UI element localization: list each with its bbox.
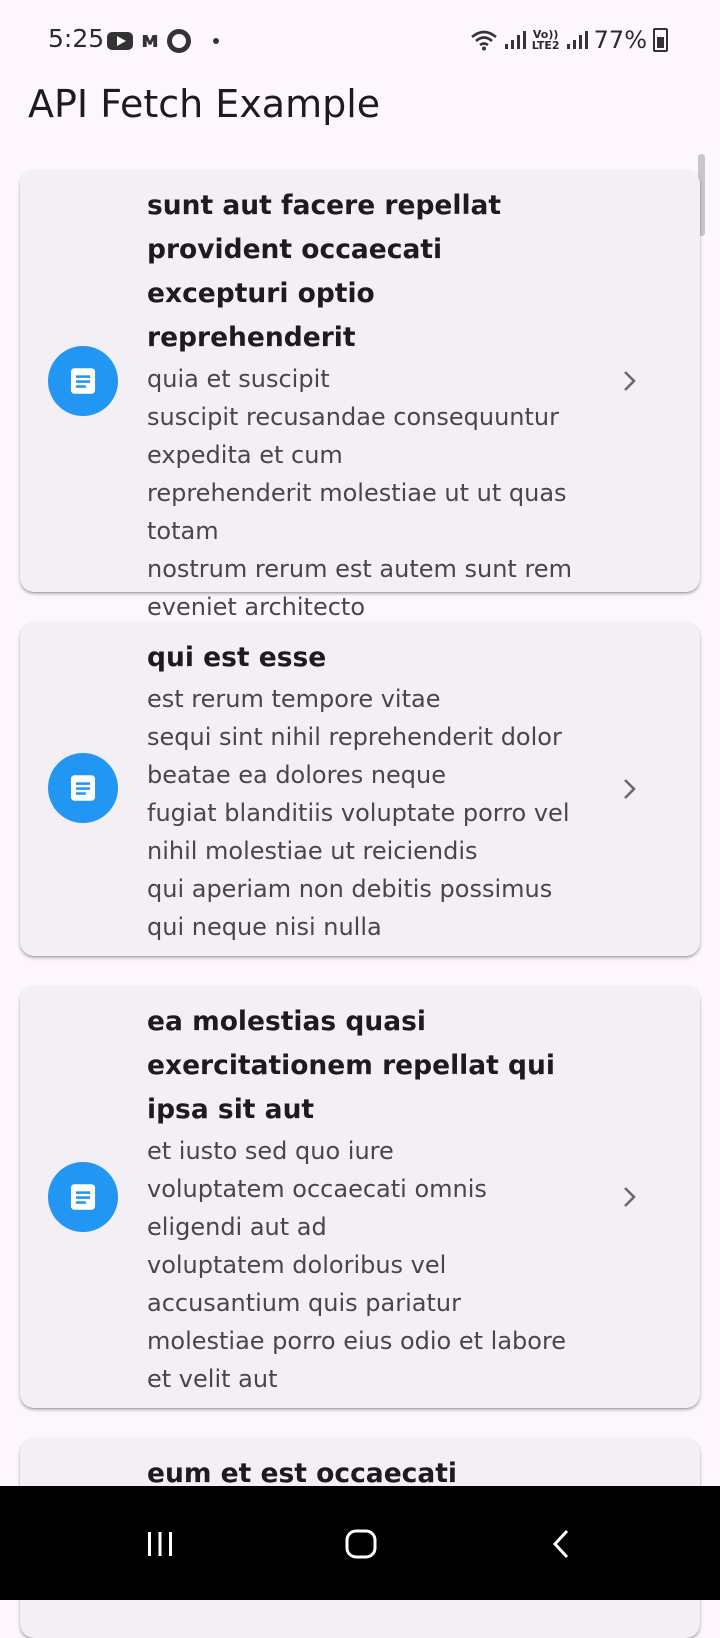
- post-body: quia et suscipit suscipit recusandae con…: [147, 365, 572, 621]
- system-nav-bar: [0, 1486, 720, 1600]
- battery-percent: 77%: [593, 26, 647, 54]
- signal-icon: [566, 30, 588, 50]
- post-body: et iusto sed quo iure voluptatem occaeca…: [147, 1137, 567, 1393]
- home-button[interactable]: [331, 1514, 391, 1574]
- status-time: 5:25: [48, 24, 105, 53]
- dot-icon: [212, 38, 219, 44]
- list-item[interactable]: sunt aut facere repellat provident occae…: [20, 170, 700, 621]
- status-bar: 5:25 ᴍ Vo)) LTE2 77%: [0, 0, 720, 80]
- chevron-right-icon: [624, 371, 636, 391]
- signal-icon: [504, 30, 526, 50]
- recent-apps-button[interactable]: [130, 1514, 190, 1574]
- post-title: qui est esse: [147, 642, 327, 673]
- post-title: sunt aut facere repellat provident occae…: [147, 190, 502, 353]
- list-item[interactable]: qui est esse est rerum tempore vitae seq…: [20, 622, 700, 956]
- ring-icon: [166, 29, 191, 53]
- chevron-right-icon: [624, 1187, 636, 1207]
- post-title: ea molestias quasi exercitationem repell…: [147, 1006, 555, 1125]
- article-icon: [48, 1162, 118, 1232]
- notification-icons: ᴍ: [107, 28, 219, 54]
- article-icon: [48, 346, 118, 416]
- back-button[interactable]: [532, 1514, 592, 1574]
- wifi-icon: [470, 29, 498, 51]
- list-item[interactable]: ea molestias quasi exercitationem repell…: [20, 986, 700, 1408]
- m-icon: ᴍ: [141, 28, 159, 53]
- article-icon: [48, 753, 118, 823]
- volte-label: Vo)) LTE2: [531, 28, 560, 52]
- battery-icon: [653, 28, 668, 52]
- system-icons: Vo)) LTE2 77%: [470, 26, 668, 54]
- chevron-right-icon: [624, 779, 636, 799]
- page-title: API Fetch Example: [28, 82, 381, 126]
- youtube-icon: [107, 32, 133, 50]
- post-body: est rerum tempore vitae sequi sint nihil…: [147, 685, 570, 941]
